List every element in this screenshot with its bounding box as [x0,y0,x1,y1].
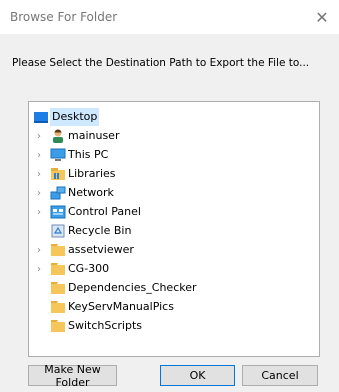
tree-item-label: Libraries [68,167,116,180]
chevron-right-icon[interactable]: › [35,169,43,180]
chevron-right-icon[interactable]: › [35,245,43,256]
tree-item-label: Dependencies_Checker [68,281,197,294]
close-icon[interactable]: ✕ [311,6,333,28]
tree-item-switchscripts[interactable]: SwitchScripts [29,317,315,335]
tree-item-assetviewer[interactable]: › assetviewer [29,241,315,259]
instruction-text: Please Select the Destination Path to Ex… [12,57,310,69]
folder-tree[interactable]: Desktop › mainuser › This PC › Libraries… [28,101,320,357]
folder-icon [50,242,66,258]
tree-item-label: Control Panel [68,205,141,218]
folder-icon [50,280,66,296]
tree-item-dependencies-checker[interactable]: Dependencies_Checker [29,279,315,297]
folder-icon [50,318,66,334]
desktop-icon [33,109,49,125]
chevron-right-icon[interactable]: › [35,264,43,275]
chevron-right-icon[interactable]: › [35,207,43,218]
tree-item-label: Network [68,186,114,199]
cancel-button[interactable]: Cancel [242,365,318,386]
tree-item-label: SwitchScripts [68,319,143,332]
computer-icon [50,147,66,163]
user-icon [50,128,66,144]
library-icon [50,166,66,182]
control-panel-icon [50,204,66,220]
tree-item-this-pc[interactable]: › This PC [29,146,315,164]
folder-icon [50,261,66,277]
tree-item-libraries[interactable]: › Libraries [29,165,315,183]
ok-button[interactable]: OK [160,365,235,386]
tree-item-label: Recycle Bin [68,224,132,237]
make-new-folder-button[interactable]: Make New Folder [28,363,117,389]
tree-item-control-panel[interactable]: › Control Panel [29,203,315,221]
tree-item-label: KeyServManualPics [68,300,174,313]
chevron-right-icon[interactable]: › [35,131,43,142]
tree-item-recycle-bin[interactable]: Recycle Bin [29,222,315,240]
tree-item-label: mainuser [68,129,120,142]
tree-item-label: This PC [68,148,109,161]
network-icon [50,185,66,201]
title-bar: Browse For Folder ✕ [0,0,339,34]
tree-item-label: assetviewer [68,243,134,256]
folder-icon [50,299,66,315]
tree-item-desktop[interactable]: Desktop [29,108,315,126]
tree-item-network[interactable]: › Network [29,184,315,202]
tree-item-label: Desktop [50,108,100,126]
chevron-right-icon[interactable]: › [35,188,43,199]
recycle-bin-icon [50,223,66,239]
tree-item-cg-300[interactable]: › CG-300 [29,260,315,278]
tree-item-label: CG-300 [68,262,110,275]
tree-item-mainuser[interactable]: › mainuser [29,127,315,145]
chevron-right-icon[interactable]: › [35,150,43,161]
window-title: Browse For Folder [10,10,118,24]
tree-item-keyservmanualpics[interactable]: KeyServManualPics [29,298,315,316]
